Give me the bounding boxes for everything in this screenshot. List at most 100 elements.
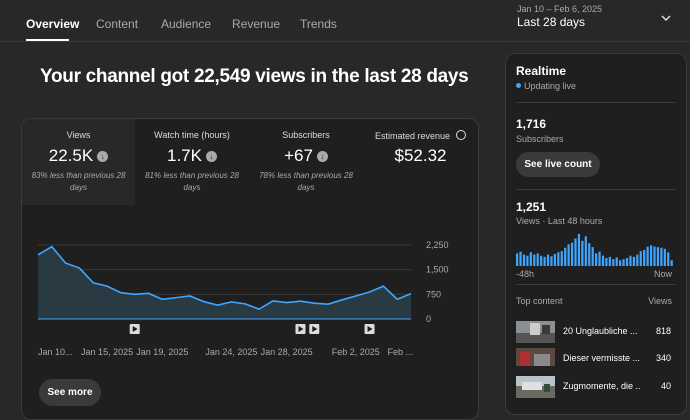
realtime-views-label: Views · Last 48 hours [516,216,602,226]
x-tick-label: Jan 28, 2025 [261,347,313,357]
realtime-bar-chart [516,232,674,266]
x-tick-label: Feb ... [387,347,413,357]
x-tick-label: Feb 2, 2025 [332,347,380,357]
realtime-bar [619,260,621,266]
realtime-panel: Realtime Updating live 1,716 Subscribers… [505,53,687,415]
realtime-bar [571,243,573,266]
x-tick-label: Jan 24, 2025 [205,347,257,357]
realtime-bar [660,248,662,266]
realtime-bar [564,248,566,266]
page-title: Your channel got 22,549 views in the las… [40,66,468,88]
realtime-bar [653,247,655,266]
realtime-bar [595,253,597,266]
top-content-row[interactable]: 20 Unglaubliche ... 818 [516,321,676,343]
top-content-label: Top content [516,296,563,306]
x-tick-label: Jan 15, 2025 [81,347,133,357]
realtime-bar [543,257,545,266]
chevron-down-icon[interactable] [660,12,672,24]
realtime-bar [530,252,532,266]
realtime-bar [616,257,618,266]
realtime-bar [550,256,552,266]
realtime-bar [664,249,666,266]
realtime-bar [554,254,556,266]
tab-content[interactable]: Content [96,17,138,31]
realtime-bar [561,251,563,266]
realtime-bar [657,247,659,266]
realtime-bar [588,243,590,266]
realtime-bar [598,252,600,266]
video-title: 20 Unglaubliche ... [563,326,641,336]
x-tick-label: Jan 19, 2025 [136,347,188,357]
realtime-bar [557,252,559,266]
realtime-bar [622,259,624,266]
subscriber-label: Subscribers [516,134,564,144]
video-thumbnail [516,348,555,370]
y-tick-label: 750 [426,289,441,299]
y-tick-label: 1,500 [426,265,449,275]
realtime-title: Realtime [516,64,566,78]
video-views: 340 [656,353,671,363]
realtime-bar [647,247,649,266]
realtime-bar [612,259,614,266]
date-range-dates: Jan 10 – Feb 6, 2025 [517,4,602,14]
y-tick-label: 2,250 [426,240,449,250]
realtime-views-count: 1,251 [516,200,546,214]
views-chart: 2,250 1,500 750 0 Jan 10... Jan 15, 2025Jan 1… [22,119,478,369]
realtime-bar [516,253,518,266]
video-views: 818 [656,326,671,336]
divider [516,284,676,285]
video-thumbnail [516,321,555,343]
realtime-bar [629,256,631,266]
realtime-bar [547,255,549,266]
realtime-bar [585,236,587,266]
live-dot-icon [516,83,521,88]
realtime-bar [636,255,638,266]
x-tick-label: Jan 10... [38,347,73,357]
realtime-bar [605,258,607,266]
realtime-bar [523,255,525,266]
realtime-bar [592,247,594,266]
realtime-bar [519,252,521,266]
realtime-bar [633,257,635,266]
overview-card: Views 22.5K↓ 83% less than previous 28 d… [21,118,479,420]
realtime-bar [602,256,604,266]
realtime-bar [568,244,570,266]
divider [516,189,676,190]
top-content-views-header: Views [648,296,672,306]
realtime-bar [643,250,645,266]
top-content-row[interactable]: Dieser vermisste ... 340 [516,348,676,370]
realtime-bar [667,252,669,266]
tab-revenue[interactable]: Revenue [232,17,280,31]
top-content-row[interactable]: Zugmomente, die ... 40 [516,376,676,398]
tab-trends[interactable]: Trends [300,17,337,31]
realtime-bar [540,256,542,266]
realtime-bar [640,251,642,266]
tab-overview[interactable]: Overview [26,17,79,31]
realtime-bar [626,258,628,266]
realtime-bar [578,234,580,266]
realtime-bar [533,255,535,266]
video-title: Dieser vermisste ... [563,353,641,363]
realtime-bar [671,260,673,266]
see-more-button[interactable]: See more [39,379,101,406]
realtime-bar [537,253,539,266]
y-tick-label: 0 [426,314,431,324]
date-range-label: Last 28 days [517,15,585,29]
realtime-bar [581,241,583,266]
video-title: Zugmomente, die ... [563,381,641,391]
bars-start-label: -48h [516,269,534,279]
see-live-count-button[interactable]: See live count [516,152,600,177]
subscriber-count: 1,716 [516,117,546,131]
tab-audience[interactable]: Audience [161,17,211,31]
divider [516,102,676,103]
live-status-text: Updating live [524,81,576,91]
video-views: 40 [661,381,671,391]
realtime-bar [526,256,528,266]
realtime-bar [650,245,652,266]
video-thumbnail [516,376,555,398]
bars-end-label: Now [654,269,672,279]
active-tab-indicator [26,39,69,41]
realtime-bar [574,239,576,266]
realtime-bar [609,257,611,266]
top-tab-bar: Overview Content Audience Revenue Trends… [0,0,690,42]
